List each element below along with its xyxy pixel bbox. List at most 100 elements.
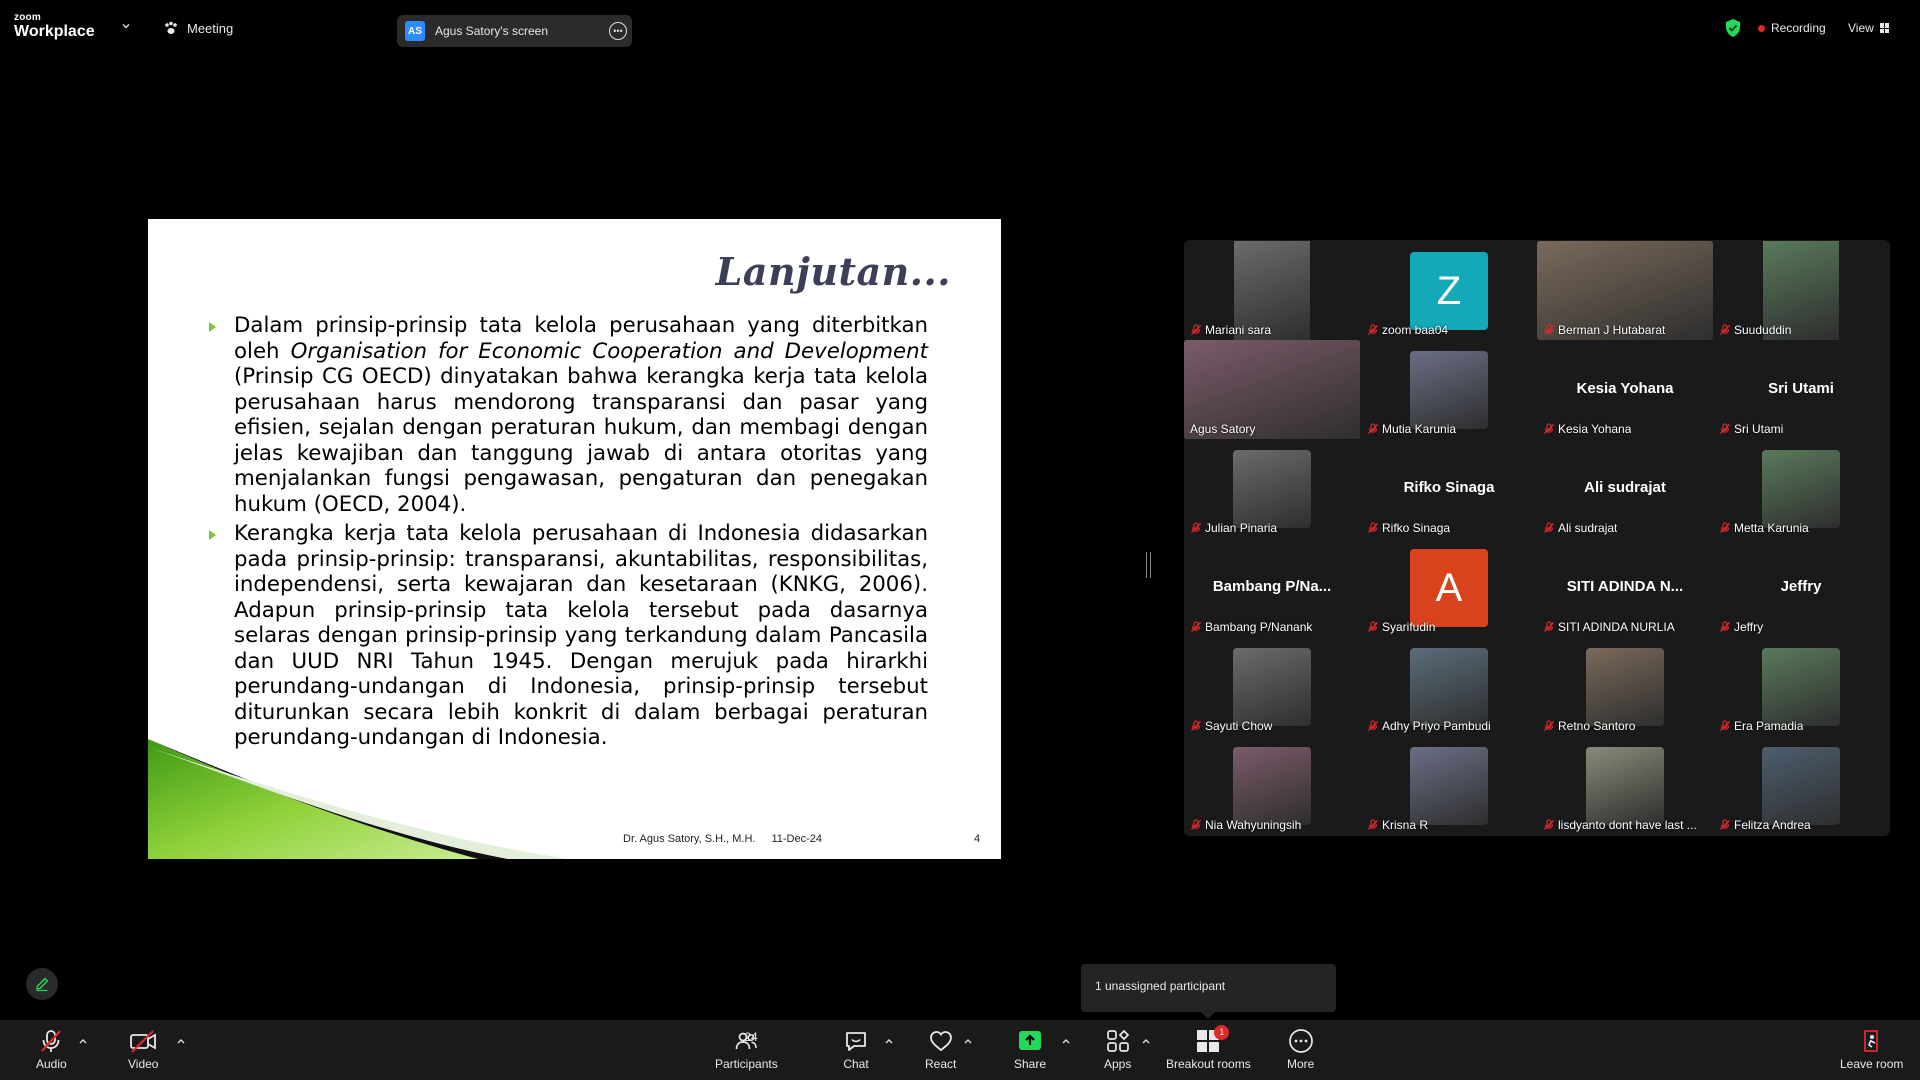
microphone-muted-icon — [1368, 621, 1378, 632]
more-icon — [1288, 1029, 1313, 1053]
participant-tile[interactable]: Zzoom baa04 — [1361, 241, 1537, 340]
participant-tile[interactable]: Jeffry Jeffry — [1713, 538, 1889, 637]
participant-name: Metta Karunia — [1734, 521, 1809, 535]
microphone-muted-icon — [1191, 720, 1201, 731]
participant-tile[interactable]: Berman J Hutabarat — [1537, 241, 1713, 340]
participant-tile[interactable]: Krisna R — [1361, 736, 1537, 835]
microphone-muted-icon — [1191, 522, 1201, 533]
participant-tile[interactable]: Bambang P/Na... Bambang P/Nanank — [1184, 538, 1360, 637]
view-label: View — [1848, 21, 1874, 35]
microphone-muted-icon — [1720, 819, 1730, 830]
zoom-workplace-logo[interactable]: zoom Workplace — [14, 13, 95, 40]
screen-share-indicator[interactable]: AS Agus Satory's screen ••• — [397, 15, 632, 47]
breakout-rooms-button[interactable]: 1 Breakout rooms — [1166, 1025, 1251, 1071]
chevron-up-icon[interactable] — [78, 1037, 88, 1045]
avatar — [1586, 648, 1664, 726]
unassigned-participant-tooltip[interactable]: 1 unassigned participant — [1081, 964, 1336, 1019]
chevron-up-icon[interactable] — [1061, 1037, 1071, 1045]
chat-button[interactable]: Chat — [843, 1028, 869, 1071]
slide-title: Lanjutan... — [715, 249, 951, 294]
video-button[interactable]: Video — [128, 1028, 158, 1071]
participant-tile[interactable]: Sri Utami Sri Utami — [1713, 340, 1889, 439]
avatar: A — [1410, 549, 1488, 627]
participant-tile[interactable]: lisdyanto dont have last ... — [1537, 736, 1713, 835]
participant-tile[interactable]: Era Pamadia — [1713, 637, 1889, 736]
heart-icon — [929, 1031, 952, 1052]
view-menu-button[interactable]: View — [1848, 21, 1890, 35]
react-label: React — [925, 1057, 957, 1071]
participant-tile[interactable]: Rifko Sinaga Rifko Sinaga — [1361, 439, 1537, 538]
avatar: Z — [1410, 252, 1488, 330]
participant-tile[interactable]: Kesia Yohana Kesia Yohana — [1537, 340, 1713, 439]
participant-gallery: Mariani sara Zzoom baa04 Berman J Hutabara… — [1184, 240, 1890, 836]
participant-tile[interactable]: Agus Satory — [1184, 340, 1360, 439]
participant-tile[interactable]: Mutia Karunia — [1361, 340, 1537, 439]
chevron-up-icon[interactable] — [1141, 1037, 1151, 1045]
participant-name-label: lisdyanto dont have last ... — [1543, 818, 1697, 832]
microphone-muted-icon — [1191, 819, 1201, 830]
recording-indicator[interactable]: Recording — [1758, 21, 1826, 35]
participant-tile[interactable]: Julian Pinaria — [1184, 439, 1360, 538]
participant-name-label: Era Pamadia — [1719, 719, 1803, 733]
microphone-muted-icon — [1368, 522, 1378, 533]
participant-name-label: SITI ADINDA NURLIA — [1543, 620, 1675, 634]
leave-room-button[interactable]: Leave room — [1840, 1028, 1903, 1071]
participant-tile[interactable]: Sayuti Chow — [1184, 637, 1360, 736]
panel-resize-handle[interactable] — [1146, 552, 1151, 578]
react-button[interactable]: React — [925, 1028, 956, 1071]
participant-tile[interactable]: Mariani sara — [1184, 241, 1360, 340]
share-label: Share — [1014, 1057, 1047, 1071]
participant-tile[interactable]: Felitza Andrea — [1713, 736, 1889, 835]
share-screen-button[interactable]: Share — [1014, 1028, 1046, 1071]
participant-tile[interactable]: Retno Santoro — [1537, 637, 1713, 736]
meeting-menu[interactable]: Meeting — [163, 20, 233, 36]
participant-tile[interactable]: Suududdin — [1713, 241, 1889, 340]
chevron-up-icon[interactable] — [176, 1037, 186, 1045]
leave-room-icon — [1863, 1030, 1878, 1052]
more-button[interactable]: More — [1287, 1028, 1314, 1071]
more-label: More — [1287, 1057, 1315, 1071]
chevron-up-icon[interactable] — [884, 1037, 894, 1045]
participant-tile[interactable]: Adhy Priyo Pambudi — [1361, 637, 1537, 736]
participant-tile[interactable]: Nia Wahyuningsih — [1184, 736, 1360, 835]
microphone-muted-icon — [1368, 423, 1378, 434]
chat-bubble-icon — [846, 1032, 866, 1051]
participant-tile[interactable]: Metta Karunia — [1713, 439, 1889, 538]
more-options-icon[interactable]: ••• — [609, 22, 627, 40]
participant-tile[interactable]: Ali sudrajat Ali sudrajat — [1537, 439, 1713, 538]
participants-button[interactable]: 24 Participants — [715, 1028, 778, 1071]
microphone-muted-icon — [1368, 324, 1378, 335]
chevron-down-icon[interactable] — [121, 21, 131, 31]
avatar — [1233, 648, 1311, 726]
apps-button[interactable]: Apps — [1104, 1028, 1131, 1071]
microphone-muted-icon — [1368, 819, 1378, 830]
participant-name-label: zoom baa04 — [1367, 323, 1448, 337]
participant-name-label: Sri Utami — [1719, 422, 1783, 436]
participant-tile[interactable]: SITI ADINDA N... SITI ADINDA NURLIA — [1537, 538, 1713, 637]
participant-name-label: Felitza Andrea — [1719, 818, 1811, 832]
participant-name: Suududdin — [1734, 323, 1792, 337]
slide-decoration-swoosh — [148, 739, 568, 859]
leave-room-label: Leave room — [1840, 1057, 1904, 1071]
microphone-muted-icon — [1544, 621, 1554, 632]
microphone-muted-icon — [1544, 720, 1554, 731]
meeting-toolbar: Audio Video 24 Participants Chat React S… — [0, 1020, 1920, 1080]
audio-button[interactable]: Audio — [36, 1028, 67, 1071]
participant-name-label: Julian Pinaria — [1190, 521, 1277, 535]
annotate-button[interactable] — [26, 968, 58, 1000]
microphone-muted-icon — [1544, 324, 1554, 335]
microphone-muted-icon — [1720, 720, 1730, 731]
apps-icon — [1106, 1029, 1129, 1052]
shield-check-icon[interactable] — [1724, 18, 1742, 38]
participant-name: SITI ADINDA NURLIA — [1558, 620, 1675, 634]
participant-tile[interactable]: A Syarifudin — [1361, 538, 1537, 637]
microphone-muted-icon — [1720, 621, 1730, 632]
slide-bullets: Dalam prinsip-prinsip tata kelola perusa… — [208, 313, 928, 755]
avatar — [1762, 450, 1840, 528]
participant-name: Ali sudrajat — [1558, 521, 1618, 535]
participant-name-label: Metta Karunia — [1719, 521, 1809, 535]
participant-name: Sayuti Chow — [1205, 719, 1273, 733]
chevron-up-icon[interactable] — [963, 1037, 973, 1045]
recording-label: Recording — [1771, 21, 1826, 35]
participant-display-name: Jeffry — [1780, 578, 1822, 595]
